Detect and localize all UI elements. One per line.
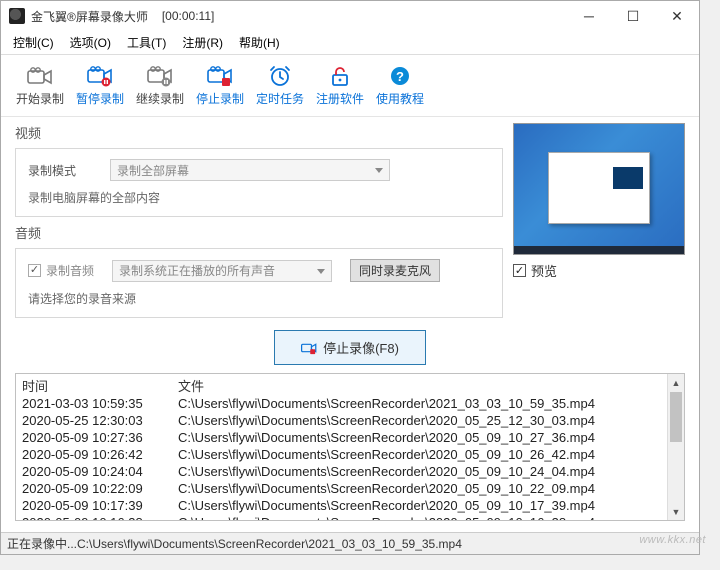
record-mode-label: 录制模式 — [28, 162, 92, 179]
log-file: C:\Users\flywi\Documents\ScreenRecorder\… — [178, 514, 595, 520]
start-record-button[interactable]: 开始录制 — [11, 62, 69, 109]
camera-icon — [26, 64, 54, 88]
register-label: 注册软件 — [316, 90, 364, 107]
preview-thumbnail — [513, 123, 685, 255]
pause-record-button[interactable]: 暂停录制 — [71, 62, 129, 109]
log-row[interactable]: 2020-05-09 10:22:09C:\Users\flywi\Docume… — [22, 480, 667, 497]
log-time: 2020-05-09 10:27:36 — [22, 429, 178, 446]
window-title: 金飞翼®屏幕录像大师 — [31, 8, 148, 25]
video-section: 视频 录制模式 录制全部屏幕 录制电脑屏幕的全部内容 — [15, 123, 503, 217]
record-mic-button[interactable]: 同时录麦克风 — [350, 259, 440, 282]
register-button[interactable]: 注册软件 — [311, 62, 369, 109]
preview-checkbox[interactable]: 预览 — [513, 261, 685, 280]
close-button[interactable]: ✕ — [655, 1, 699, 31]
video-desc: 录制电脑屏幕的全部内容 — [28, 189, 160, 206]
help-icon: ? — [386, 64, 414, 88]
start-record-label: 开始录制 — [16, 90, 64, 107]
toolbar: 开始录制 暂停录制 继续录制 停止录制 定时任务 — [1, 55, 699, 117]
log-header: 时间 文件 — [16, 374, 667, 395]
audio-source-select[interactable]: 录制系统正在播放的所有声音 — [112, 260, 332, 282]
tutorial-label: 使用教程 — [376, 90, 424, 107]
log-time: 2020-05-09 10:17:39 — [22, 497, 178, 514]
log-file: C:\Users\flywi\Documents\ScreenRecorder\… — [178, 446, 595, 463]
camera-pause-icon — [86, 64, 114, 88]
audio-section-title: 音频 — [15, 223, 503, 242]
video-section-title: 视频 — [15, 123, 503, 142]
camera-stop-icon — [206, 64, 234, 88]
tutorial-button[interactable]: ? 使用教程 — [371, 62, 429, 109]
menu-tools[interactable]: 工具(T) — [119, 32, 174, 53]
log-time: 2020-05-09 10:24:04 — [22, 463, 178, 480]
minimize-button[interactable]: ─ — [567, 1, 611, 31]
log-row[interactable]: 2020-05-09 10:24:04C:\Users\flywi\Docume… — [22, 463, 667, 480]
log-time: 2021-03-03 10:59:35 — [22, 395, 178, 412]
log-file: C:\Users\flywi\Documents\ScreenRecorder\… — [178, 463, 595, 480]
checkbox-icon — [28, 264, 41, 277]
log-file: C:\Users\flywi\Documents\ScreenRecorder\… — [178, 395, 595, 412]
record-audio-label: 录制音频 — [46, 262, 94, 279]
log-time: 2020-05-25 12:30:03 — [22, 412, 178, 429]
menu-help[interactable]: 帮助(H) — [231, 32, 288, 53]
stop-record-label: 停止录制 — [196, 90, 244, 107]
recording-log: 时间 文件 2021-03-03 10:59:35C:\Users\flywi\… — [15, 373, 685, 521]
pause-record-label: 暂停录制 — [76, 90, 124, 107]
log-row[interactable]: 2020-05-09 10:27:36C:\Users\flywi\Docume… — [22, 429, 667, 446]
log-time: 2020-05-09 10:22:09 — [22, 480, 178, 497]
preview-label: 预览 — [531, 261, 557, 280]
alarm-clock-icon — [266, 64, 294, 88]
log-file: C:\Users\flywi\Documents\ScreenRecorder\… — [178, 480, 595, 497]
log-row[interactable]: 2020-05-09 10:16:38C:\Users\flywi\Docume… — [22, 514, 667, 520]
log-scrollbar[interactable]: ▲ ▼ — [667, 374, 684, 520]
unlock-icon — [326, 64, 354, 88]
status-path: C:\Users\flywi\Documents\ScreenRecorder\… — [77, 537, 462, 551]
log-time: 2020-05-09 10:16:38 — [22, 514, 178, 520]
status-text: 正在录像中... — [7, 535, 77, 552]
preview-panel: 预览 — [513, 123, 685, 318]
stop-recording-label: 停止录像(F8) — [323, 338, 399, 357]
camera-resume-icon — [146, 64, 174, 88]
menu-control[interactable]: 控制(C) — [5, 32, 62, 53]
checkbox-icon — [513, 264, 526, 277]
content-area: 视频 录制模式 录制全部屏幕 录制电脑屏幕的全部内容 音频 — [1, 117, 699, 532]
record-mode-select[interactable]: 录制全部屏幕 — [110, 159, 390, 181]
resume-record-button[interactable]: 继续录制 — [131, 62, 189, 109]
scroll-thumb[interactable] — [670, 392, 682, 442]
menu-register[interactable]: 注册(R) — [174, 32, 231, 53]
stop-record-button[interactable]: 停止录制 — [191, 62, 249, 109]
col-time: 时间 — [22, 376, 178, 395]
recording-timer: [00:00:11] — [162, 9, 215, 23]
app-window: 金飞翼®屏幕录像大师 [00:00:11] ─ ☐ ✕ 控制(C) 选项(O) … — [0, 0, 700, 555]
log-file: C:\Users\flywi\Documents\ScreenRecorder\… — [178, 497, 595, 514]
camera-stop-icon — [301, 341, 315, 355]
svg-text:?: ? — [396, 69, 404, 84]
menu-bar: 控制(C) 选项(O) 工具(T) 注册(R) 帮助(H) — [1, 31, 699, 55]
menu-options[interactable]: 选项(O) — [62, 32, 119, 53]
title-bar: 金飞翼®屏幕录像大师 [00:00:11] ─ ☐ ✕ — [1, 1, 699, 31]
log-row[interactable]: 2020-05-09 10:26:42C:\Users\flywi\Docume… — [22, 446, 667, 463]
scroll-down-icon[interactable]: ▼ — [668, 503, 684, 520]
log-file: C:\Users\flywi\Documents\ScreenRecorder\… — [178, 429, 595, 446]
stop-recording-button[interactable]: 停止录像(F8) — [274, 330, 426, 365]
record-audio-checkbox[interactable]: 录制音频 — [28, 262, 94, 279]
log-row[interactable]: 2021-03-03 10:59:35C:\Users\flywi\Docume… — [22, 395, 667, 412]
log-time: 2020-05-09 10:26:42 — [22, 446, 178, 463]
resume-record-label: 继续录制 — [136, 90, 184, 107]
schedule-label: 定时任务 — [256, 90, 304, 107]
col-file: 文件 — [178, 376, 204, 395]
scroll-up-icon[interactable]: ▲ — [668, 374, 684, 391]
audio-desc: 请选择您的录音来源 — [28, 290, 136, 307]
schedule-button[interactable]: 定时任务 — [251, 62, 309, 109]
log-row[interactable]: 2020-05-25 12:30:03C:\Users\flywi\Docume… — [22, 412, 667, 429]
maximize-button[interactable]: ☐ — [611, 1, 655, 31]
audio-section: 音频 录制音频 录制系统正在播放的所有声音 同时录麦克风 请选择您的录音来源 — [15, 223, 503, 318]
log-file: C:\Users\flywi\Documents\ScreenRecorder\… — [178, 412, 595, 429]
status-bar: 正在录像中... C:\Users\flywi\Documents\Screen… — [1, 532, 699, 554]
log-row[interactable]: 2020-05-09 10:17:39C:\Users\flywi\Docume… — [22, 497, 667, 514]
app-icon — [9, 8, 25, 24]
